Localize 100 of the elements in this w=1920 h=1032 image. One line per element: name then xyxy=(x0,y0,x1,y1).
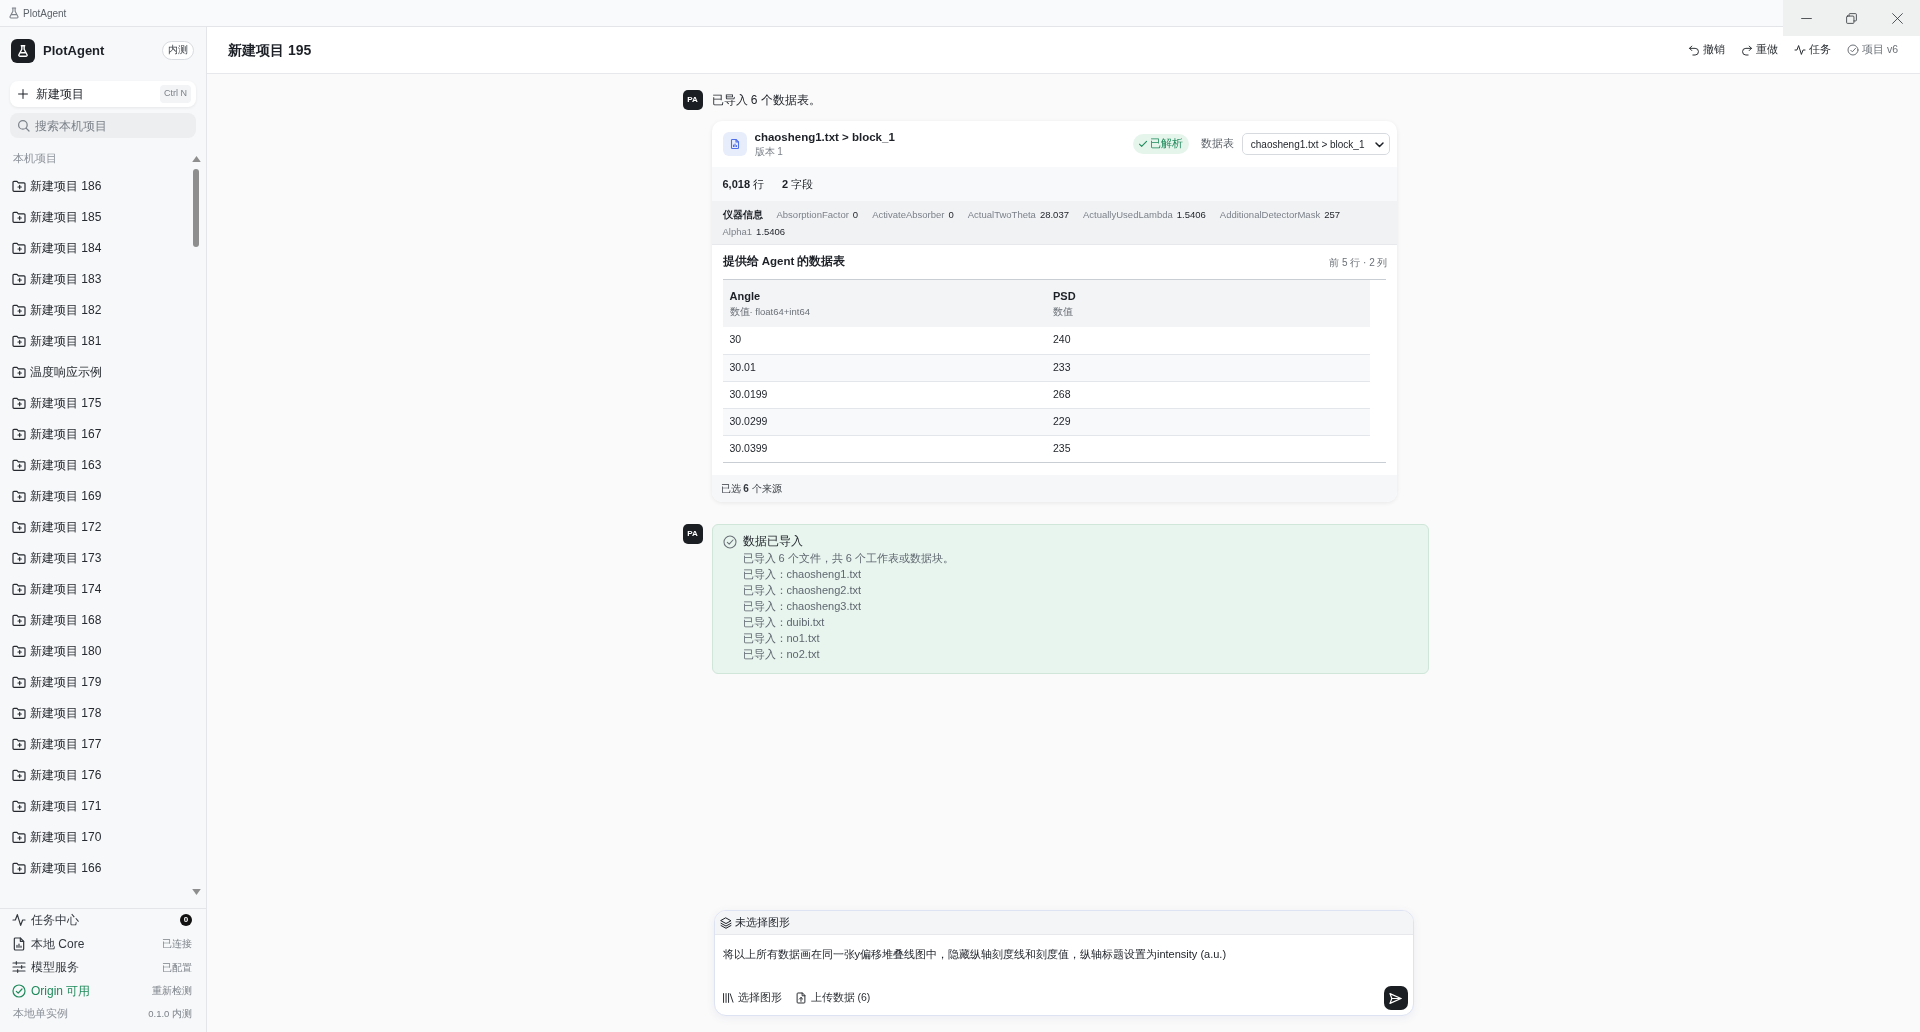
metadata-value: 257 xyxy=(1324,209,1340,220)
project-item[interactable]: 新建项目 182 xyxy=(0,294,187,325)
version-label: 版本 1 xyxy=(754,145,784,158)
project-item[interactable]: 新建项目 170 xyxy=(0,821,187,852)
project-item[interactable]: 新建项目 174 xyxy=(0,573,187,604)
folder-icon xyxy=(13,365,25,378)
file-upload-icon xyxy=(795,993,806,1003)
project-item[interactable]: 新建项目 177 xyxy=(0,728,187,759)
folder-icon xyxy=(13,551,25,564)
undo-button[interactable]: 撤销 xyxy=(1689,42,1725,58)
notice-line: 已导入：no1.txt xyxy=(741,631,821,646)
window-title: PlotAgent xyxy=(23,6,67,21)
table-cell: 240 xyxy=(1046,327,1370,354)
upload-data-button[interactable]: 上传数据 (6) xyxy=(795,990,871,1006)
scroll-up-arrow-icon[interactable] xyxy=(191,156,201,162)
status-label: 本地 Core xyxy=(31,935,85,953)
prompt-input[interactable]: 将以上所有数据画在同一张y偏移堆叠线图中，隐藏纵轴刻度线和刻度值，纵轴标题设置为intensity (a.u.) xyxy=(714,935,1413,981)
status-label[interactable]: 任务中心 xyxy=(31,911,79,930)
project-item[interactable]: 新建项目 171 xyxy=(0,790,187,821)
stat-text: 2 字段 xyxy=(782,176,814,192)
project-title: 新建项目 195 xyxy=(228,40,312,60)
version-button[interactable]: 项目 v6 xyxy=(1848,42,1898,58)
project-item[interactable]: 新建项目 181 xyxy=(0,325,187,356)
folder-icon xyxy=(13,427,25,440)
folder-icon xyxy=(13,830,25,843)
project-item[interactable]: 新建项目 163 xyxy=(0,449,187,480)
project-item[interactable]: 新建项目 175 xyxy=(0,387,187,418)
project-item[interactable]: 新建项目 179 xyxy=(0,666,187,697)
scrollbar-thumb[interactable] xyxy=(193,169,199,247)
layers-icon xyxy=(720,917,731,928)
metadata-key: ActuallyUsedLambda xyxy=(1082,209,1173,220)
table-cell: 30.01 xyxy=(722,354,1046,381)
project-item[interactable]: 新建项目 186 xyxy=(0,170,187,201)
tasks-button[interactable]: 任务 xyxy=(1795,42,1831,58)
project-item[interactable]: 新建项目 176 xyxy=(0,759,187,790)
project-item[interactable]: 新建项目 169 xyxy=(0,480,187,511)
composer-panel[interactable]: 未选择图形 将以上所有数据画在同一张y偏移堆叠线图中，隐藏纵轴刻度线和刻度值，纵轴标题设置为intensity (a.u.) 选择图形 上传数据 (6) xyxy=(713,910,1414,1016)
metadata-value: 1.5406 xyxy=(1176,209,1206,220)
notice-line: 已导入：duibi.txt xyxy=(741,615,826,630)
plus-icon xyxy=(18,89,28,99)
redo-button[interactable]: 重做 xyxy=(1742,42,1778,58)
field-label: 数据表 xyxy=(1200,136,1234,152)
file-chart-icon xyxy=(13,937,25,950)
table-select[interactable]: chaosheng1.txt > block_1 xyxy=(1241,133,1390,155)
check-circle-icon xyxy=(13,984,25,997)
folder-icon xyxy=(13,179,25,192)
project-item[interactable]: 新建项目 185 xyxy=(0,201,187,232)
status-value: 已连接 xyxy=(162,937,192,952)
sliders-icon xyxy=(13,961,25,974)
send-button[interactable] xyxy=(1383,986,1408,1010)
metadata-value: 28.037 xyxy=(1039,209,1069,220)
folder-icon xyxy=(13,582,25,595)
folder-icon xyxy=(13,396,25,409)
table-cell: 233 xyxy=(1046,354,1370,381)
metadata-key: Alpha1 xyxy=(722,226,753,237)
metadata-key: ActualTwoTheta xyxy=(967,209,1036,220)
metadata-key: AbsorptionFactor xyxy=(776,209,849,220)
metadata-value: 1.5406 xyxy=(756,226,786,237)
new-project-button[interactable]: 新建项目 Ctrl N xyxy=(10,81,196,107)
scroll-down-arrow-icon[interactable] xyxy=(191,888,201,895)
project-item[interactable]: 新建项目 166 xyxy=(0,852,187,883)
project-item[interactable]: 新建项目 167 xyxy=(0,418,187,449)
beta-badge: 内测 xyxy=(162,41,194,60)
stat-text: 6,018 行 xyxy=(722,176,765,192)
folder-icon xyxy=(13,303,25,316)
project-item[interactable]: 新建项目 180 xyxy=(0,635,187,666)
metadata-label: 仪器信息 xyxy=(722,208,763,222)
folder-icon xyxy=(13,737,25,750)
project-item[interactable]: 新建项目 178 xyxy=(0,697,187,728)
project-item[interactable]: 新建项目 184 xyxy=(0,232,187,263)
search-input[interactable]: 搜索本机项目 xyxy=(35,116,188,135)
folder-icon xyxy=(13,675,25,688)
project-item[interactable]: 温度响应示例 xyxy=(0,356,187,387)
pulse-icon xyxy=(13,914,25,927)
folder-icon xyxy=(13,613,25,626)
folder-icon xyxy=(13,334,25,347)
choose-chart-button[interactable]: 选择图形 xyxy=(722,990,782,1006)
recheck-button[interactable]: 重新检测 xyxy=(152,983,192,999)
restore-icon xyxy=(1846,12,1858,24)
search-field[interactable]: 搜索本机项目 xyxy=(10,113,196,138)
column-name: Angle xyxy=(729,289,762,304)
flask-logo-icon xyxy=(11,38,35,63)
version-label: 0.1.0 内测 xyxy=(148,1007,192,1022)
metadata-key: AdditionalDetectorMask xyxy=(1219,209,1321,220)
notice-line: 已导入：no2.txt xyxy=(741,647,821,662)
count-badge: 0 xyxy=(180,914,192,927)
notice-title: 数据已导入 xyxy=(742,534,803,549)
folder-icon xyxy=(13,489,25,502)
chevron-down-icon xyxy=(1374,139,1384,149)
check-icon xyxy=(1138,140,1147,148)
project-item[interactable]: 新建项目 168 xyxy=(0,604,187,635)
column-type: 数值· float64+int64 xyxy=(729,305,811,319)
project-item[interactable]: 新建项目 173 xyxy=(0,542,187,573)
folder-icon xyxy=(13,799,25,812)
project-item[interactable]: 新建项目 172 xyxy=(0,511,187,542)
notice-line: 已导入：chaosheng2.txt xyxy=(741,583,863,598)
notice-line: 已导入：chaosheng1.txt xyxy=(741,567,863,582)
metadata-value: 0 xyxy=(948,209,954,220)
table-cell: 229 xyxy=(1046,408,1370,435)
project-item[interactable]: 新建项目 183 xyxy=(0,263,187,294)
